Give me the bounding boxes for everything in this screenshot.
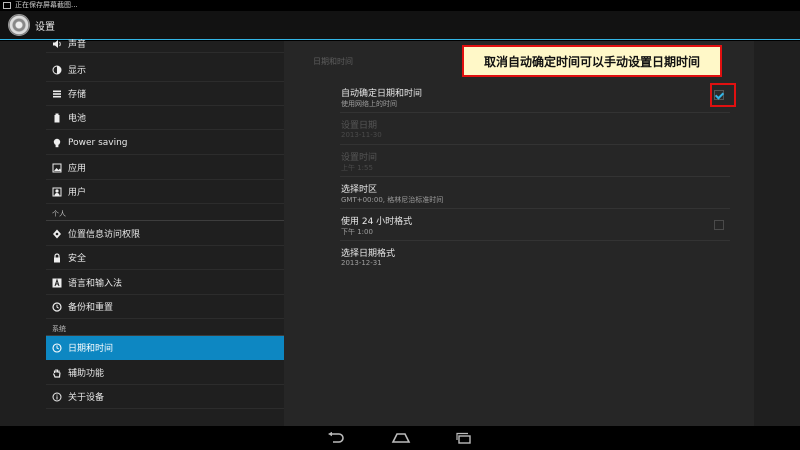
annotation-highlight-box [710,83,736,107]
sidebar-item-storage[interactable]: 存储 [46,82,284,106]
section-header-personal: 个人 [46,207,284,221]
pref-title: 选择日期格式 [341,249,396,259]
sidebar-item-label: 日期和时间 [68,344,114,354]
pref-auto-date-time[interactable]: 自动确定日期和时间 使用网络上的时间 [340,81,736,113]
pref-title: 使用 24 小时格式 [341,217,413,227]
sidebar-item-label: 应用 [68,164,87,174]
sidebar-item-apps[interactable]: 应用 [46,156,284,180]
user-icon [52,187,62,197]
recent-apps-icon [456,432,471,444]
home-button[interactable] [390,431,412,445]
24-hour-format-checkbox[interactable] [714,220,724,230]
sidebar-item-label: 声音 [68,40,87,50]
back-button[interactable] [326,431,346,445]
sidebar-item-label: Power saving [68,137,128,148]
sidebar-item-users[interactable]: 用户 [46,180,284,204]
brightness-icon [52,65,62,75]
app-title: 设置 [35,21,55,33]
pref-title: 选择时区 [341,185,378,195]
settings-app-icon[interactable] [8,14,30,36]
home-icon [391,433,411,443]
sidebar-item-accessibility[interactable]: 辅助功能 [46,361,284,385]
pref-24-hour-format[interactable]: 使用 24 小时格式 下午 1:00 [340,209,730,241]
status-bar: 正在保存屏幕截图... [0,0,800,11]
lightbulb-icon [52,138,62,148]
pref-set-time[interactable]: 设置时间 上午 1:55 [340,145,730,177]
sidebar-item-display[interactable]: 显示 [46,58,284,82]
navigation-bar [0,426,800,450]
pref-date-format[interactable]: 选择日期格式 2013-12-31 [340,241,730,273]
pref-set-date[interactable]: 设置日期 2013-11-30 [340,113,730,145]
screenshot-icon [3,2,11,9]
volume-icon [52,39,62,49]
pref-summary: 上午 1:55 [341,164,373,172]
annotation-callout: 取消自动确定时间可以手动设置日期时间 [462,45,722,77]
lock-icon [52,252,62,263]
storage-icon [52,89,62,99]
recent-apps-button[interactable] [454,431,474,445]
sidebar-item-label: 关于设备 [68,393,105,403]
pref-summary: 2013-11-30 [341,131,382,139]
sidebar-item-label: 备份和重置 [68,303,114,313]
hand-icon [52,368,62,378]
apps-icon [52,163,62,173]
sidebar-item-label: 显示 [68,66,87,76]
pref-summary: 使用网络上的时间 [341,100,397,108]
pref-summary: 2013-12-31 [341,259,382,267]
status-text: 正在保存屏幕截图... [15,1,78,9]
sidebar-item-security[interactable]: 安全 [46,246,284,270]
sidebar-item-battery[interactable]: 电池 [46,106,284,130]
sidebar-item-language[interactable]: 语言和输入法 [46,271,284,295]
pref-title: 设置日期 [341,121,378,131]
sidebar-item-power-saving[interactable]: Power saving [46,131,284,155]
backup-icon [52,301,62,312]
pref-time-zone[interactable]: 选择时区 GMT+00:00, 格林尼治标准时间 [340,177,730,209]
clock-icon [52,342,62,353]
info-icon [52,392,62,402]
location-icon [52,229,62,239]
back-icon [328,432,344,443]
sidebar-item-label: 语言和输入法 [68,279,123,289]
settings-sidebar: 声音 显示 存储 电池 Power saving 应用 用户 个人 位置信息访问… [46,39,284,426]
main-area: 声音 显示 存储 电池 Power saving 应用 用户 个人 位置信息访问… [0,39,800,426]
language-icon [52,277,62,288]
sidebar-item-date-time[interactable]: 日期和时间 [46,336,284,360]
sidebar-item-sound[interactable]: 声音 [46,35,284,53]
sidebar-item-label: 位置信息访问权限 [68,230,141,240]
date-time-panel: 日期和时间 自动确定日期和时间 使用网络上的时间 设置日期 2013-11-30… [284,41,754,426]
pref-summary: GMT+00:00, 格林尼治标准时间 [341,196,444,204]
sidebar-item-backup[interactable]: 备份和重置 [46,295,284,319]
pref-title: 自动确定日期和时间 [341,89,423,99]
battery-icon [52,113,62,123]
panel-title: 日期和时间 [313,57,353,66]
sidebar-item-about[interactable]: 关于设备 [46,385,284,409]
section-header-system: 系统 [46,322,284,336]
callout-text: 取消自动确定时间可以手动设置日期时间 [483,54,700,69]
sidebar-item-label: 安全 [68,254,87,264]
sidebar-item-label: 用户 [68,188,87,198]
sidebar-item-label: 存储 [68,90,87,100]
sidebar-item-label: 辅助功能 [68,369,105,379]
sidebar-item-location[interactable]: 位置信息访问权限 [46,222,284,246]
pref-title: 设置时间 [341,153,378,163]
pref-summary: 下午 1:00 [341,228,373,236]
sidebar-item-label: 电池 [68,114,87,124]
